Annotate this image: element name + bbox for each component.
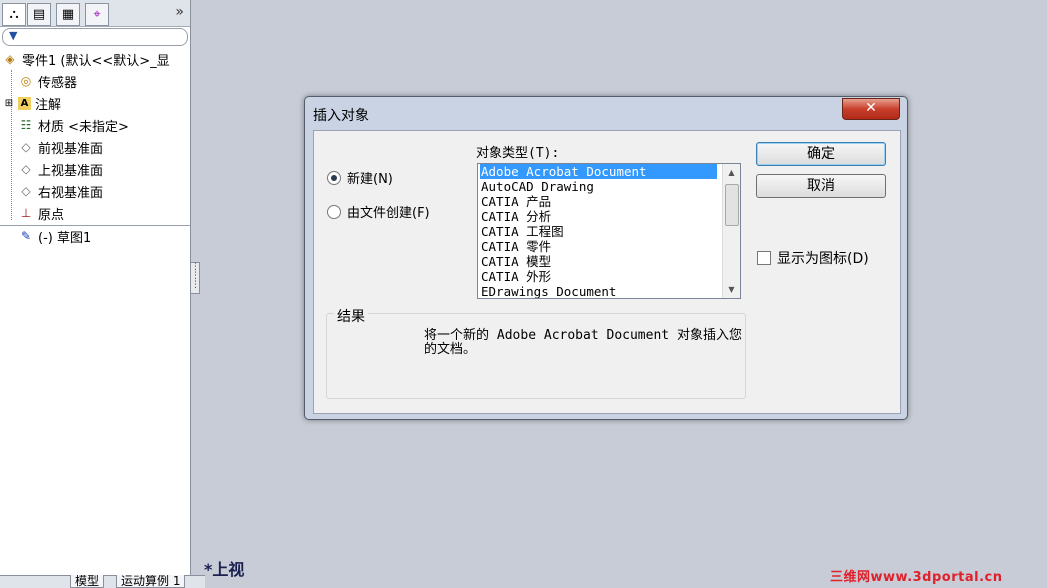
tree-root-label: 零件1 (默认<<默认>_显	[22, 53, 170, 69]
plane-icon: ◇	[21, 162, 31, 176]
tab-model[interactable]: 模型	[70, 575, 105, 588]
tree-item-label: 前视基准面	[38, 141, 104, 157]
dialog-client-area: 新建(N) 由文件创建(F) 对象类型(T): Adobe Acrobat Do…	[313, 130, 901, 414]
feature-manager-tab-icon[interactable]: ⛬	[2, 3, 26, 26]
view-orientation-label: *上视	[204, 560, 245, 579]
radio-create-from-file-label: 由文件创建(F)	[347, 206, 430, 221]
list-item[interactable]: CATIA 模型	[480, 254, 551, 269]
tree-root-part[interactable]: ◈ 零件1 (默认<<默认>_显	[2, 49, 170, 69]
tree-item-label: 上视基准面	[38, 163, 104, 179]
panel-splitter-handle[interactable]: ⋮ ⋮ ⋮	[190, 262, 200, 294]
tree-item-sensors[interactable]: ◎ 传感器	[18, 71, 77, 91]
origin-icon: ⊥	[20, 206, 32, 220]
list-item[interactable]: CATIA 分析	[480, 209, 551, 224]
bottom-tab-bar: 模型 运动算例 1	[0, 575, 205, 588]
tree-item-top-plane[interactable]: ◇ 上视基准面	[18, 159, 103, 179]
dimxpert-tab-icon[interactable]: ⌖	[85, 3, 109, 26]
result-title: 结果	[334, 306, 368, 326]
plane-icon: ◇	[21, 184, 31, 198]
scroll-down-arrow-icon[interactable]: ▼	[723, 281, 740, 298]
tree-item-label: 材质 <未指定>	[38, 119, 129, 135]
list-item[interactable]: Adobe Acrobat Document	[480, 164, 717, 179]
scrollbar-thumb[interactable]	[725, 184, 739, 226]
expand-chevron-icon[interactable]: »	[175, 4, 184, 20]
scroll-up-arrow-icon[interactable]: ▲	[723, 164, 740, 181]
expand-plus-icon[interactable]: ⊞	[4, 95, 14, 111]
tree-item-annotations[interactable]: ⊞ A 注解	[4, 93, 61, 113]
tree-item-right-plane[interactable]: ◇ 右视基准面	[18, 181, 103, 201]
radio-create-from-file[interactable]: 由文件创建(F)	[327, 202, 430, 221]
plane-icon: ◇	[21, 140, 31, 154]
tree-item-sketch1[interactable]: ✎ (-) 草图1	[18, 226, 91, 246]
annotation-icon: A	[18, 96, 31, 110]
object-type-label: 对象类型(T):	[476, 146, 560, 161]
list-scrollbar[interactable]: ▲ ▼	[722, 164, 740, 298]
list-item[interactable]: CATIA 工程图	[480, 224, 564, 239]
tab-motion-study[interactable]: 运动算例 1	[116, 575, 186, 588]
insert-object-dialog: 插入对象 ✕ 新建(N) 由文件创建(F) 对象类型(T): Adobe Acr…	[304, 96, 908, 420]
sketch-icon: ✎	[20, 229, 32, 243]
tree-filter-input[interactable]: ▼	[2, 28, 188, 46]
radio-create-new-label: 新建(N)	[347, 172, 393, 187]
display-as-icon-label: 显示为图标(D)	[777, 251, 869, 267]
list-item[interactable]: CATIA 零件	[480, 239, 551, 254]
tree-item-label: 原点	[38, 207, 65, 223]
material-icon: ☷	[20, 118, 32, 132]
feature-manager-panel: ⛬ ▤ ▦ ⌖ » ▼ ◈ 零件1 (默认<<默认>_显 ◎ 传感器 ⊞ A 注…	[0, 0, 191, 587]
tree-item-label: 右视基准面	[38, 185, 104, 201]
ok-button[interactable]: 确定	[756, 142, 886, 166]
list-item[interactable]: CATIA 产品	[480, 194, 551, 209]
result-description: 将一个新的 Adobe Acrobat Document 对象插入您的文档。	[424, 328, 742, 357]
part-icon: ◈	[5, 52, 15, 66]
tree-item-label: (-) 草图1	[38, 230, 92, 246]
panel-tab-bar: ⛬ ▤ ▦ ⌖ »	[0, 0, 190, 27]
radio-unselected-icon	[327, 204, 341, 219]
dialog-title: 插入对象	[313, 108, 369, 124]
tree-item-label: 传感器	[38, 75, 78, 91]
sensor-icon: ◎	[20, 74, 32, 88]
configuration-manager-tab-icon[interactable]: ▦	[56, 3, 80, 26]
filter-icon: ▼	[9, 29, 18, 42]
radio-create-new[interactable]: 新建(N)	[327, 168, 393, 187]
checkbox-unchecked-icon	[757, 251, 771, 265]
tree-item-front-plane[interactable]: ◇ 前视基准面	[18, 137, 103, 157]
close-button[interactable]: ✕	[842, 98, 900, 120]
cancel-button[interactable]: 取消	[756, 174, 886, 198]
display-as-icon-checkbox[interactable]: 显示为图标(D)	[757, 248, 869, 268]
tree-item-label: 注解	[35, 97, 62, 113]
object-type-list[interactable]: Adobe Acrobat Document AutoCAD Drawing C…	[477, 163, 741, 299]
watermark: 三维网www.3dportal.cn	[830, 570, 1003, 585]
list-item[interactable]: AutoCAD Drawing	[480, 179, 594, 194]
list-item[interactable]: CATIA 外形	[480, 269, 551, 284]
tree-item-material[interactable]: ☷ 材质 <未指定>	[18, 115, 129, 135]
property-manager-tab-icon[interactable]: ▤	[27, 3, 51, 26]
radio-selected-icon	[327, 170, 341, 185]
tree-item-origin[interactable]: ⊥ 原点	[18, 203, 64, 223]
list-item[interactable]: EDrawings Document	[480, 284, 616, 298]
